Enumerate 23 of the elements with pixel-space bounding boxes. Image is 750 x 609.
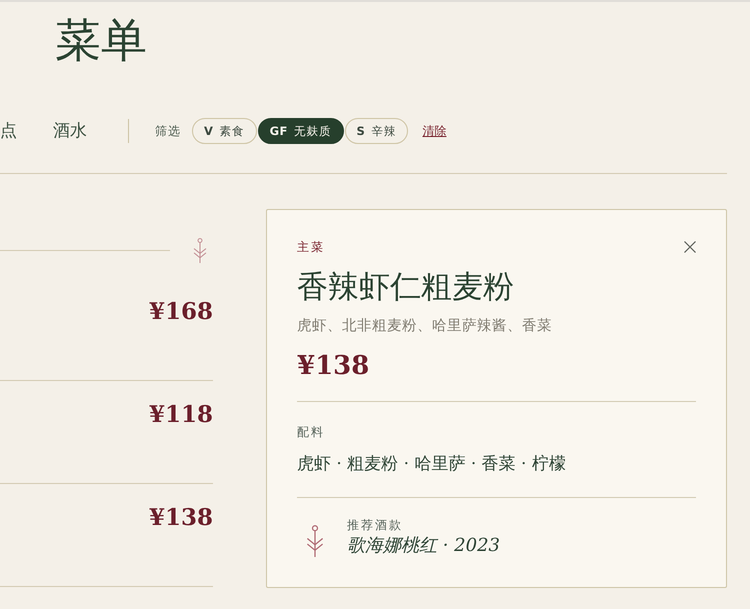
pairing-label: 推荐酒款 bbox=[347, 517, 404, 533]
category-tab[interactable]: 点 bbox=[0, 119, 17, 143]
category-tab[interactable]: 酒水 bbox=[53, 119, 87, 143]
page-title: 菜单 bbox=[55, 12, 148, 68]
filter-label: 筛选 bbox=[155, 122, 181, 140]
price-text: ¥138 bbox=[148, 504, 213, 532]
price-text: ¥168 bbox=[148, 298, 213, 326]
price-text: ¥118 bbox=[148, 401, 213, 429]
filter-chip[interactable]: V 素食 bbox=[192, 118, 257, 144]
dish-title: 香辣虾仁粗麦粉 bbox=[297, 268, 515, 307]
close-icon bbox=[684, 241, 696, 253]
wine-name: 歌海娜桃红 · 2023 bbox=[347, 534, 500, 558]
close-button[interactable] bbox=[684, 241, 696, 253]
sprig-icon bbox=[193, 238, 207, 262]
filter-chip[interactable]: S 辛辣 bbox=[344, 118, 408, 144]
clear-filters-link[interactable]: 清除 bbox=[422, 122, 446, 140]
dish-price: ¥138 bbox=[297, 350, 370, 383]
category-label: 主菜 bbox=[297, 239, 325, 255]
dish-description: 虎虾、北非粗麦粉、哈里萨辣酱、香菜 bbox=[297, 317, 553, 336]
sprig-icon bbox=[306, 525, 324, 557]
filter-chip[interactable]: GF 无麸质 bbox=[258, 118, 344, 144]
ingredients-text: 虎虾 · 粗麦粉 · 哈里萨 · 香菜 · 柠檬 bbox=[297, 453, 567, 476]
ingredients-label: 配料 bbox=[297, 424, 326, 440]
